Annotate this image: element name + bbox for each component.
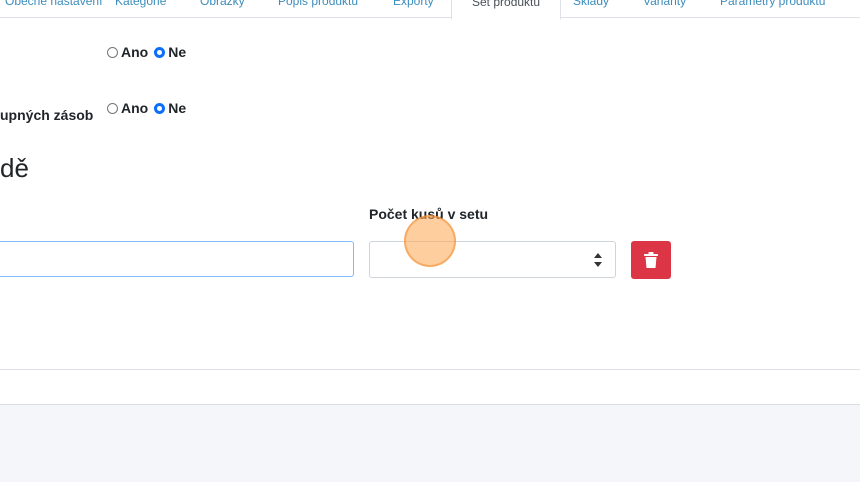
tab-product-set[interactable]: Set produktu [451,0,562,20]
trash-icon [644,252,658,268]
radio-group-2: Ano Ne [107,100,186,116]
page-footer-area [0,404,860,482]
product-select-input[interactable] [0,241,354,277]
delete-button[interactable] [631,241,671,279]
quantity-label: Počet kusů v setu [369,206,489,222]
radio-yes-2[interactable] [107,102,118,114]
tab-images[interactable]: Obrázky [200,0,245,17]
radio-no-2-label: Ne [168,100,187,116]
spinner-icon[interactable] [594,252,602,268]
quantity-input[interactable] [369,241,616,278]
card-divider [0,369,860,370]
section-heading: dě [0,153,29,183]
radio-no-1-label: Ne [168,44,187,60]
radio-yes-2-label: Ano [121,100,149,116]
tab-bar: Obecné nastavení Kategorie Obrázky Popis… [0,0,860,20]
option-label-2: upných zásob [0,107,94,123]
tab-variants[interactable]: Varianty [643,0,686,17]
tab-categories[interactable]: Kategorie [115,0,166,17]
tab-product-parameters[interactable]: Parametry produktu [720,0,825,17]
tab-warehouses[interactable]: Sklady [573,0,609,17]
radio-no-1[interactable] [154,46,166,58]
tab-exports[interactable]: Exporty [393,0,434,17]
radio-yes-1[interactable] [107,46,118,58]
tab-product-description[interactable]: Popis produktu [278,0,358,17]
tab-general-settings[interactable]: Obecné nastavení [5,0,102,17]
radio-no-2[interactable] [154,102,166,114]
radio-yes-1-label: Ano [121,44,149,60]
radio-group-1: Ano Ne [107,44,186,60]
